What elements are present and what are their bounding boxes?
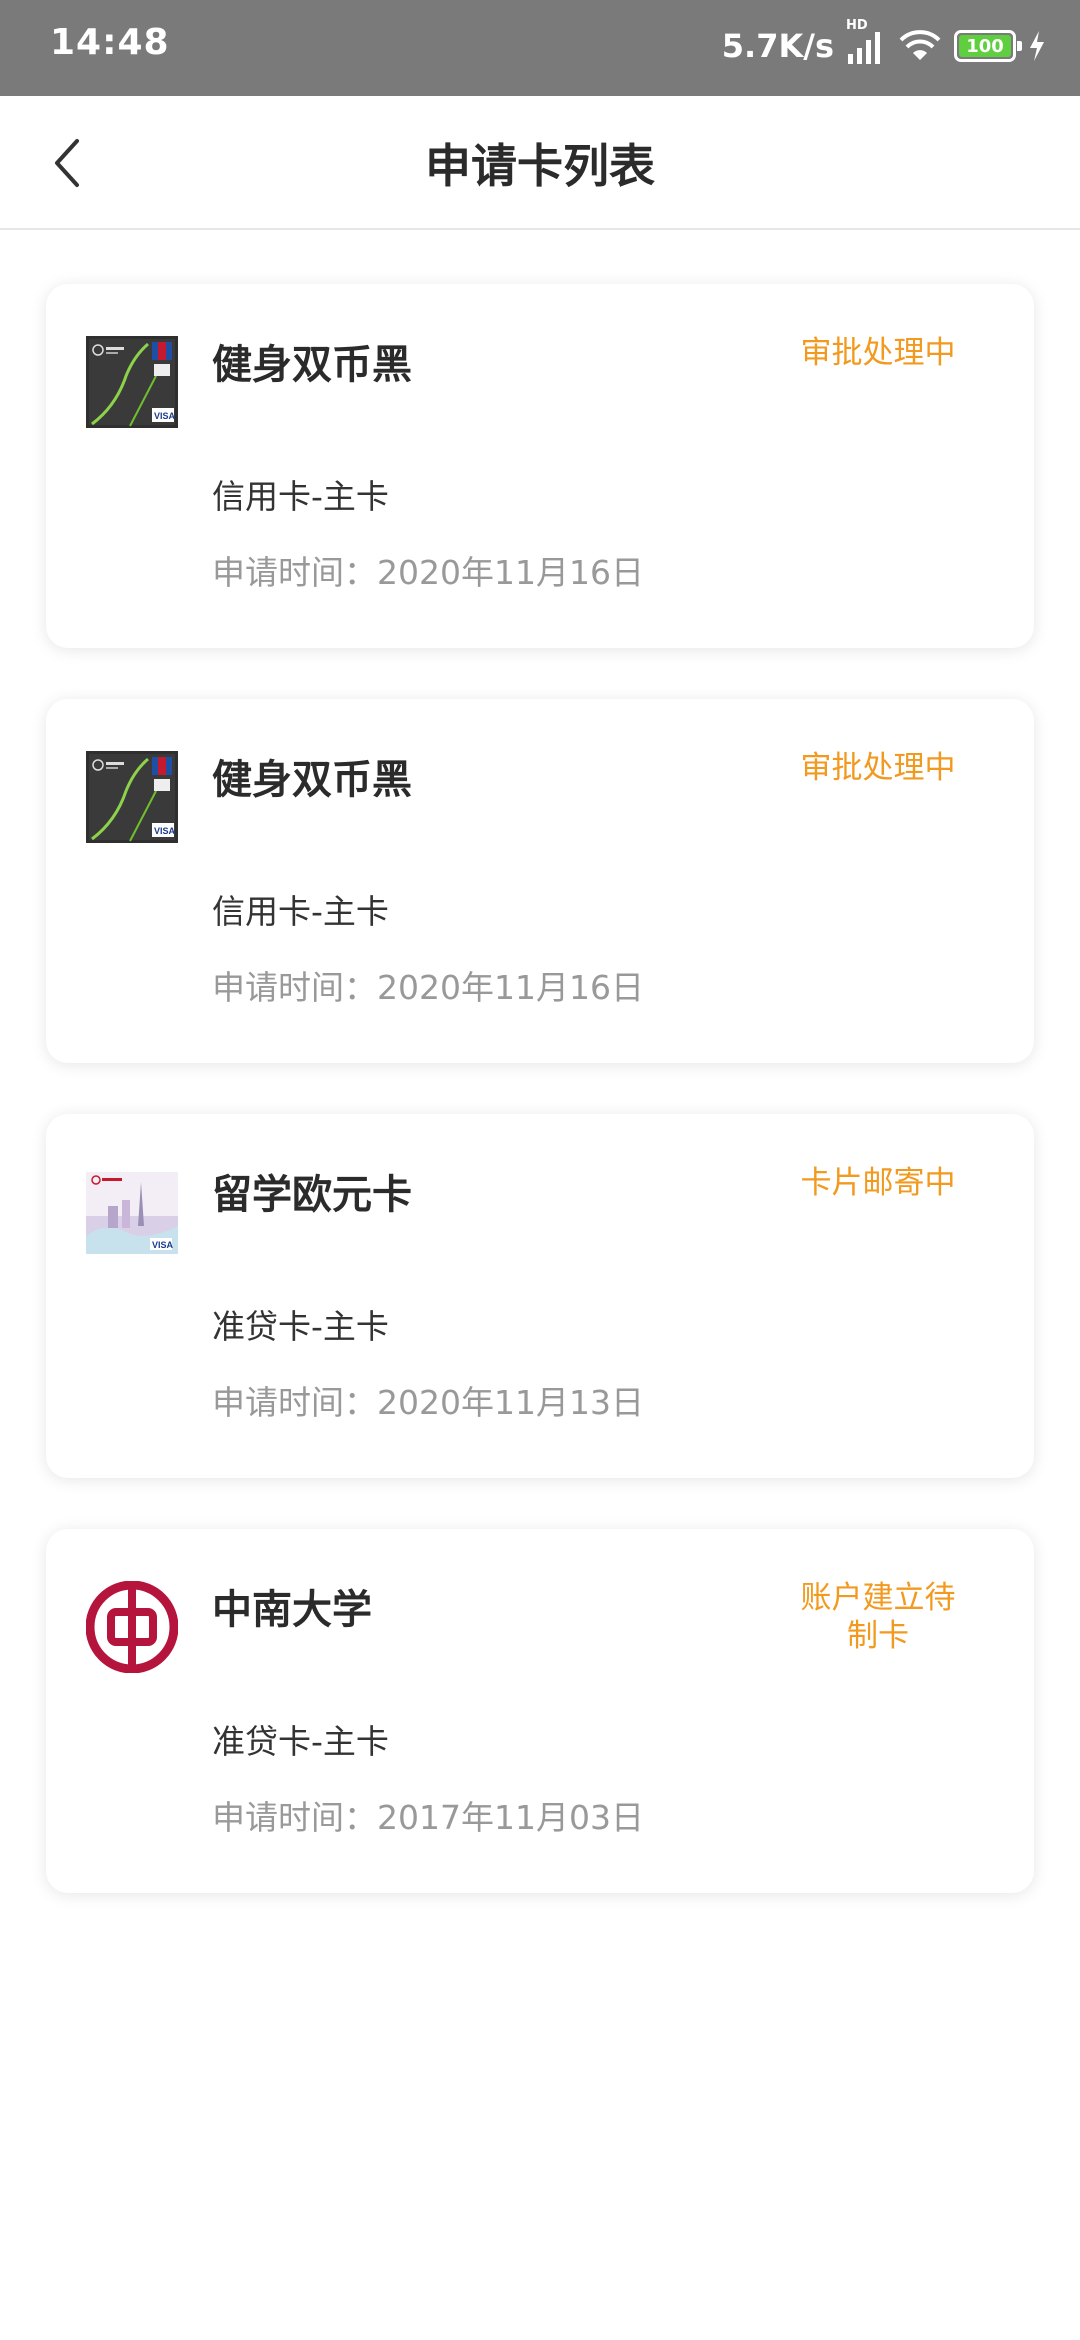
charging-icon	[1030, 31, 1044, 61]
status-time: 14:48	[50, 22, 170, 63]
card-type: 准贷卡-主卡	[212, 1722, 389, 1761]
card-application-item[interactable]: VISA 健身双币黑 审批处理中 信用卡-主卡 申请时间：2020年11月16日	[46, 284, 1034, 648]
card-type: 准贷卡-主卡	[212, 1307, 389, 1346]
application-date: 申请时间：2017年11月03日	[212, 1791, 644, 1839]
application-date: 申请时间：2020年11月13日	[212, 1376, 644, 1424]
status-bar: 14:48 5.7K/s HD 100	[0, 0, 1080, 96]
page-title: 申请卡列表	[425, 139, 655, 193]
network-speed: 5.7K/s	[721, 27, 834, 65]
card-name: 健身双币黑	[212, 342, 412, 388]
status-icons: 5.7K/s HD 100	[721, 18, 1046, 70]
date-value: 2020年11月13日	[377, 1383, 644, 1422]
fitness-card-image: VISA	[86, 336, 178, 428]
date-label: 申请时间：	[212, 553, 377, 592]
application-date: 申请时间：2020年11月16日	[212, 961, 644, 1009]
svg-text:VISA: VISA	[154, 826, 176, 836]
card-type: 信用卡-主卡	[212, 892, 389, 931]
fitness-card-image: VISA	[86, 751, 178, 843]
application-date: 申请时间：2020年11月16日	[212, 546, 644, 594]
card-application-item[interactable]: VISA 健身双币黑 审批处理中 信用卡-主卡 申请时间：2020年11月16日	[46, 699, 1034, 1063]
date-label: 申请时间：	[212, 1383, 377, 1422]
card-name: 留学欧元卡	[212, 1172, 412, 1218]
date-label: 申请时间：	[212, 1798, 377, 1837]
nav-bar: 申请卡列表	[0, 96, 1080, 230]
hd-label: HD	[846, 18, 868, 33]
card-type: 信用卡-主卡	[212, 477, 389, 516]
date-label: 申请时间：	[212, 968, 377, 1007]
status-badge: 卡片邮寄中	[800, 1165, 956, 1201]
status-badge: 审批处理中	[800, 335, 956, 371]
battery-icon: 100	[954, 30, 1022, 62]
status-badge: 账户建立待制卡	[800, 1580, 956, 1654]
date-value: 2020年11月16日	[377, 553, 644, 592]
bank-logo	[86, 1581, 178, 1673]
signal-icon: HD	[846, 18, 886, 66]
card-application-item[interactable]: 中南大学 账户建立待制卡 准贷卡-主卡 申请时间：2017年11月03日	[46, 1529, 1034, 1893]
card-application-list: VISA 健身双币黑 审批处理中 信用卡-主卡 申请时间：2020年11月16日…	[46, 284, 1034, 1944]
euro-study-card-image: VISA	[86, 1166, 178, 1258]
battery-level: 100	[959, 35, 1011, 57]
status-badge: 审批处理中	[800, 750, 956, 786]
date-value: 2017年11月03日	[377, 1798, 644, 1837]
svg-text:VISA: VISA	[154, 411, 176, 421]
card-application-item[interactable]: VISA 留学欧元卡 卡片邮寄中 准贷卡-主卡 申请时间：2020年11月13日	[46, 1114, 1034, 1478]
card-name: 健身双币黑	[212, 757, 412, 803]
wifi-icon	[899, 30, 941, 60]
date-value: 2020年11月16日	[377, 968, 644, 1007]
card-name: 中南大学	[212, 1587, 372, 1633]
svg-text:VISA: VISA	[152, 1240, 174, 1250]
